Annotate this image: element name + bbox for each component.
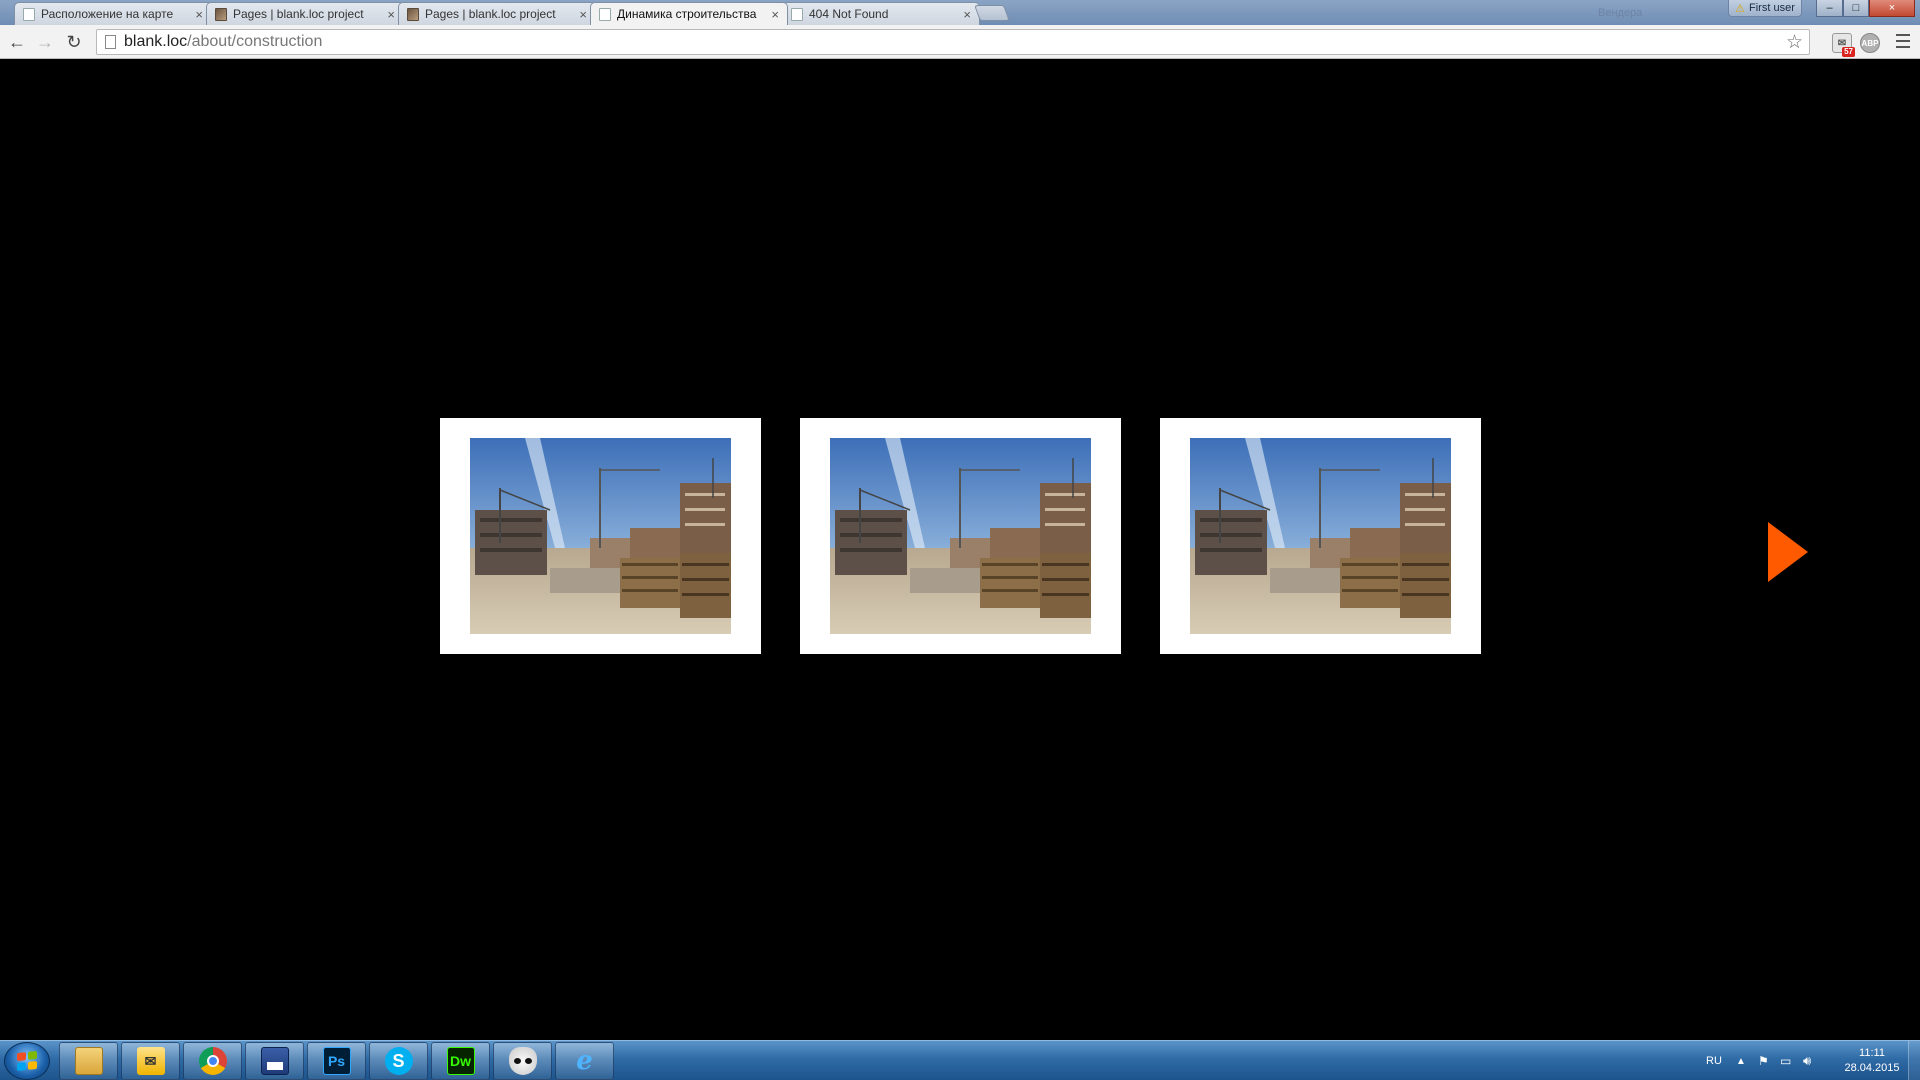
alien-head-icon [508, 1047, 537, 1075]
taskbar-app-dreamweaver[interactable]: Dw [431, 1042, 490, 1080]
clock-time: 11:11 [1859, 1047, 1885, 1059]
skype-icon: S [384, 1047, 413, 1075]
taskbar-app-chrome[interactable] [183, 1042, 242, 1080]
tab-close-icon[interactable]: × [579, 7, 587, 22]
taskbar-app-internet-explorer[interactable]: e [555, 1042, 614, 1080]
construction-photo [830, 438, 1091, 634]
mail-count-badge: 57 [1842, 47, 1855, 57]
taskbar-app-photoshop[interactable]: Ps [307, 1042, 366, 1080]
page-icon [105, 35, 116, 49]
tab-title: Расположение на карте [41, 7, 174, 21]
tab-close-icon[interactable]: × [195, 7, 203, 22]
tab-title: Динамика строительства [617, 7, 757, 21]
warning-icon: ⚠ [1735, 2, 1746, 15]
show-hidden-icons-icon[interactable]: ▲ [1736, 1041, 1746, 1080]
system-clock[interactable]: 11:11 28.04.2015 [1836, 1046, 1908, 1076]
menu-bar-line [1896, 46, 1910, 48]
floppy-disk-icon [260, 1047, 289, 1075]
mail-envelope-icon: ✉ [136, 1047, 165, 1075]
url-host: blank.loc [124, 33, 188, 50]
maximize-button[interactable]: □ [1843, 0, 1869, 17]
windows-logo-icon [17, 1050, 37, 1072]
windows-taskbar: ✉ Ps S Dw e RU ▲ ⚑ ▭ 🔊︎ 11:11 28.04.2015 [0, 1040, 1920, 1080]
tab-close-icon[interactable]: × [771, 7, 779, 22]
forward-button[interactable]: → [34, 31, 56, 53]
floppy-label [266, 1062, 283, 1070]
taskbar-app-save-utility[interactable] [245, 1042, 304, 1080]
browser-toolbar: ← → ↻ blank.loc/about/construction ☆ ✉ 57… [0, 25, 1920, 59]
construction-photo [470, 438, 731, 634]
close-window-button[interactable]: × [1869, 0, 1915, 17]
chrome-center-dot [206, 1055, 219, 1067]
profile-blurred-text: Вендера [1598, 7, 1643, 19]
address-bar[interactable]: blank.loc/about/construction ☆ [96, 29, 1810, 55]
tab-strip: Расположение на карте × Pages | blank.lo… [0, 0, 1920, 25]
page-content [0, 60, 1920, 1040]
tab-pages-1[interactable]: Pages | blank.loc project × [206, 2, 404, 25]
chrome-icon [198, 1047, 227, 1075]
bookmark-star-icon[interactable]: ☆ [1786, 31, 1803, 54]
menu-bar-line [1896, 40, 1910, 42]
photo-card-3[interactable] [1160, 418, 1481, 654]
alien-eyes [513, 1058, 532, 1064]
volume-icon[interactable]: 🔊︎ [1803, 1041, 1811, 1080]
tab-title: 404 Not Found [809, 7, 889, 21]
photo-card-1[interactable] [440, 418, 761, 654]
mail-extension-icon[interactable]: ✉ 57 [1832, 33, 1855, 57]
alien-eye [524, 1058, 532, 1064]
menu-bar-line [1896, 34, 1910, 36]
back-button[interactable]: ← [6, 31, 28, 53]
url-text: blank.loc/about/construction [124, 33, 322, 51]
tab-title: Pages | blank.loc project [233, 7, 364, 21]
folder-icon [74, 1047, 103, 1075]
tab-title: Pages | blank.loc project [425, 7, 556, 21]
adblock-extension-icon[interactable]: ABP [1860, 33, 1880, 53]
show-desktop-button[interactable] [1908, 1041, 1920, 1080]
page-icon [599, 7, 611, 21]
taskbar-app-skype[interactable]: S [369, 1042, 428, 1080]
language-indicator[interactable]: RU [1706, 1041, 1722, 1080]
photo-card-2[interactable] [800, 418, 1121, 654]
internet-explorer-icon: e [576, 1046, 593, 1076]
action-center-flag-icon[interactable]: ⚑ [1758, 1041, 1769, 1080]
start-button[interactable] [4, 1042, 50, 1080]
tab-pages-2[interactable]: Pages | blank.loc project × [398, 2, 596, 25]
tab-map-location[interactable]: Расположение на карте × [14, 2, 212, 25]
taskbar-app-foobar[interactable] [493, 1042, 552, 1080]
browser-menu-button[interactable] [1896, 34, 1910, 48]
photoshop-icon: Ps [322, 1047, 351, 1075]
tab-404[interactable]: 404 Not Found × [782, 2, 980, 25]
tab-close-icon[interactable]: × [387, 7, 395, 22]
tab-close-icon[interactable]: × [963, 7, 971, 22]
minimize-button[interactable]: – [1816, 0, 1843, 17]
clock-date: 28.04.2015 [1844, 1062, 1900, 1074]
page-icon [791, 7, 803, 21]
network-icon[interactable]: ▭ [1780, 1041, 1791, 1080]
next-arrow-icon[interactable] [1768, 522, 1808, 582]
new-tab-button[interactable] [974, 5, 1010, 21]
url-path: /about/construction [187, 33, 323, 50]
reload-button[interactable]: ↻ [63, 31, 85, 53]
taskbar-app-explorer[interactable] [59, 1042, 118, 1080]
construction-photo [1190, 438, 1451, 634]
profile-name: First user [1749, 2, 1795, 14]
dreamweaver-icon: Dw [446, 1047, 475, 1075]
site-image-icon [407, 7, 419, 21]
site-image-icon [215, 7, 227, 21]
page-icon [23, 7, 35, 21]
alien-eye [513, 1058, 521, 1064]
profile-button[interactable]: ⚠ First user [1728, 0, 1802, 17]
taskbar-app-outlook[interactable]: ✉ [121, 1042, 180, 1080]
tab-construction-dynamics[interactable]: Динамика строительства × [590, 2, 788, 25]
